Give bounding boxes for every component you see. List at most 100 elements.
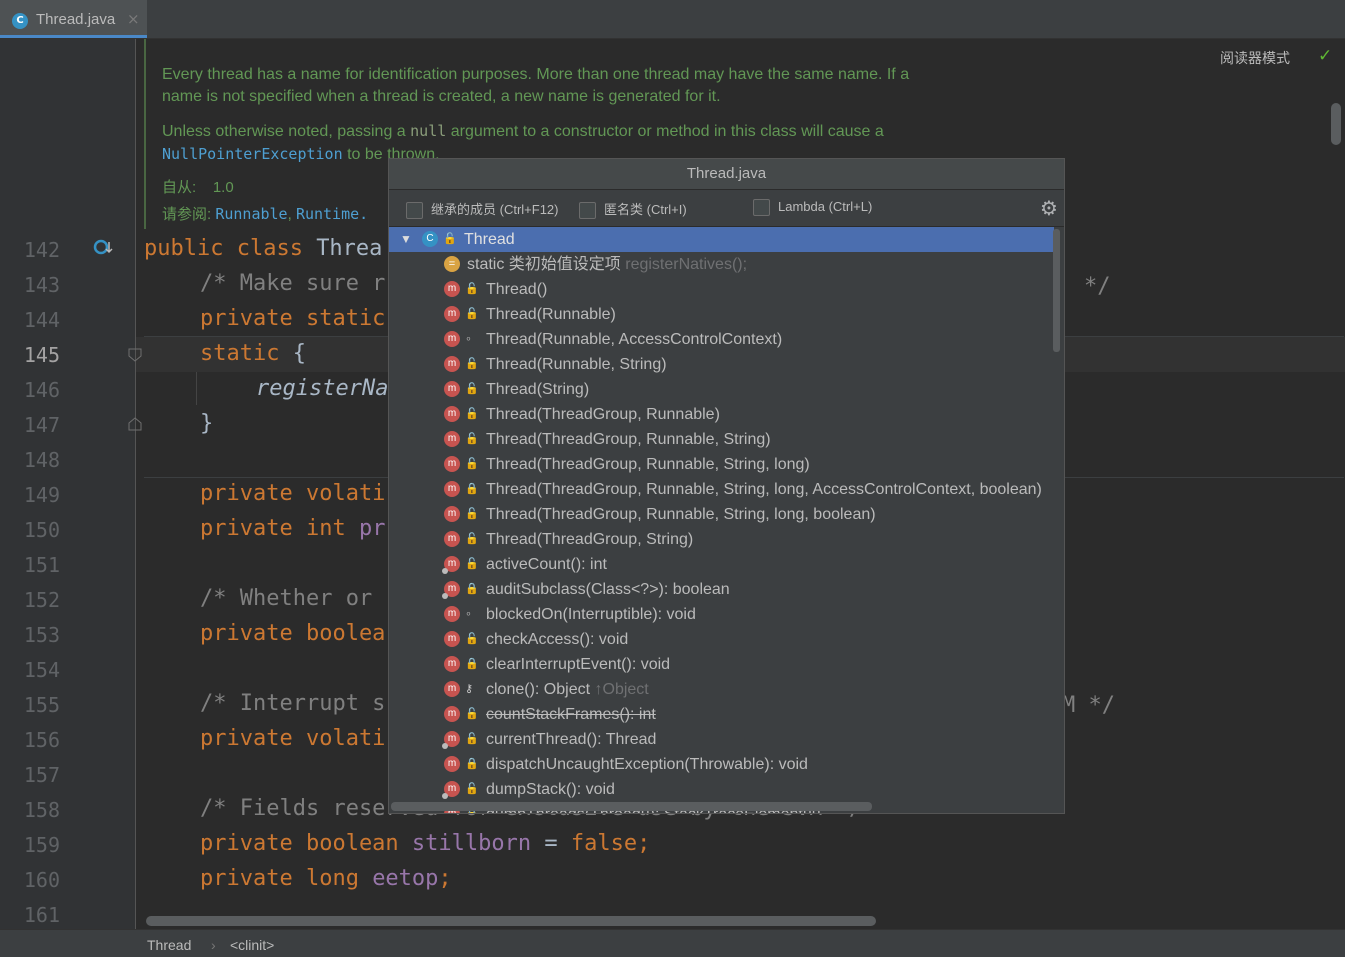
code-line-152[interactable]: /* Whether or <box>200 586 372 611</box>
tree-item-label: Thread(ThreadGroup, Runnable) <box>486 406 720 423</box>
popup-title[interactable]: Thread.java <box>389 159 1064 190</box>
tree-item-label: auditSubclass(Class<?>): boolean <box>486 581 730 598</box>
line-number[interactable]: 150 <box>0 518 60 542</box>
protected-icon: ⚷ <box>465 683 474 695</box>
code-line-159[interactable]: private boolean stillborn = false; <box>200 831 650 856</box>
tree-item-label: Thread(ThreadGroup, String) <box>486 531 694 548</box>
popup-vertical-scrollbar[interactable] <box>1053 229 1060 352</box>
method-icon: m <box>444 331 460 347</box>
line-number[interactable]: 156 <box>0 728 60 752</box>
tree-item[interactable]: m 🔓 Thread(String) <box>389 377 1054 402</box>
private-icon: 🔒 <box>465 483 479 495</box>
inherited-members-checkbox[interactable]: 继承的成员 (Ctrl+F12) <box>406 199 558 220</box>
tree-item[interactable]: m 🔓 currentThread(): Thread <box>389 727 1054 752</box>
code-line-160[interactable]: private long eetop; <box>200 866 452 891</box>
tree-item[interactable]: m 🔓 Thread(ThreadGroup, String) <box>389 527 1054 552</box>
code-line-143[interactable]: /* Make sure r <box>200 271 385 296</box>
public-icon: 🔓 <box>465 558 479 570</box>
tree-item[interactable]: = static 类初始值设定项 registerNatives(); <box>389 252 1054 277</box>
doc-para1-line2: name is not specified when a thread is c… <box>162 88 721 105</box>
line-number[interactable]: 159 <box>0 833 60 857</box>
tree-root-thread[interactable]: ▼ C 🔓 Thread <box>389 227 1054 252</box>
tree-item-label: checkAccess(): void <box>486 631 629 648</box>
line-number[interactable]: 143 <box>0 273 60 297</box>
fold-end-icon[interactable] <box>128 416 142 431</box>
line-number[interactable]: 142 <box>0 238 60 262</box>
chevron-down-icon[interactable]: ▼ <box>400 227 412 252</box>
line-number[interactable]: 154 <box>0 658 60 682</box>
checkbox-icon <box>753 199 770 217</box>
tree-item[interactable]: m 🔓 countStackFrames(): int <box>389 702 1054 727</box>
editor-tab[interactable]: C Thread.java × <box>0 0 147 38</box>
tree-item[interactable]: m 🔓 Thread(Runnable) <box>389 302 1054 327</box>
line-number[interactable]: 149 <box>0 483 60 507</box>
tree-item[interactable]: m 🔓 dumpStack(): void <box>389 777 1054 802</box>
line-number[interactable]: 155 <box>0 693 60 717</box>
tree-item[interactable]: m 🔓 activeCount(): int <box>389 552 1054 577</box>
line-number[interactable]: 161 <box>0 903 60 927</box>
breadcrumb-clinit[interactable]: <clinit> <box>230 937 274 953</box>
implemented-marker-icon[interactable] <box>93 238 113 258</box>
doc-link-npe[interactable]: NullPointerException <box>162 145 343 163</box>
lambda-checkbox[interactable]: Lambda (Ctrl+L) <box>753 199 872 217</box>
tree-item[interactable]: m 🔒 auditSubclass(Class<?>): boolean <box>389 577 1054 602</box>
code-line-146[interactable]: registerNa <box>256 376 388 401</box>
code-line-155[interactable]: /* Interrupt s <box>200 691 385 716</box>
code-line-144[interactable]: private static <box>200 306 385 331</box>
tree-item[interactable]: m 🔓 Thread() <box>389 277 1054 302</box>
line-number[interactable]: 148 <box>0 448 60 472</box>
private-icon: 🔒 <box>465 583 479 595</box>
line-number[interactable]: 157 <box>0 763 60 787</box>
tree-item[interactable]: m ∘ Thread(Runnable, AccessControlContext) <box>389 327 1054 352</box>
close-icon[interactable]: × <box>127 10 140 28</box>
line-number[interactable]: 147 <box>0 413 60 437</box>
fold-icon[interactable] <box>128 347 142 362</box>
tree-item[interactable]: m 🔓 Thread(ThreadGroup, Runnable, String, … <box>389 452 1054 477</box>
tree-item[interactable]: m ∘ blockedOn(Interruptible): void <box>389 602 1054 627</box>
tree-item[interactable]: m 🔒 Thread(ThreadGroup, Runnable, String, … <box>389 477 1054 502</box>
tree-item[interactable]: m 🔓 Thread(Runnable, String) <box>389 352 1054 377</box>
tree-item[interactable]: m 🔒 dispatchUncaughtException(Throwable): … <box>389 752 1054 777</box>
doc-link-runtime[interactable]: Runtime. <box>296 205 368 223</box>
code-line-150[interactable]: private int pr <box>200 516 385 541</box>
breadcrumb-thread[interactable]: Thread <box>147 937 191 953</box>
code-line-156[interactable]: private volati <box>200 726 385 751</box>
tree-item[interactable]: m 🔓 checkAccess(): void <box>389 627 1054 652</box>
line-number[interactable]: 160 <box>0 868 60 892</box>
private-icon: 🔒 <box>465 758 479 770</box>
public-icon: 🔓 <box>465 733 479 745</box>
editor-vertical-scrollbar[interactable] <box>1331 103 1341 145</box>
tree-item-label: activeCount(): int <box>486 556 607 573</box>
tree-item[interactable]: m 🔓 Thread(ThreadGroup, Runnable, String) <box>389 427 1054 452</box>
method-icon: m <box>444 481 460 497</box>
code-line-155-tail: M */ <box>1062 693 1115 718</box>
tree-item[interactable]: m 🔓 Thread(ThreadGroup, Runnable, String, … <box>389 502 1054 527</box>
tree-item-label: blockedOn(Interruptible): void <box>486 606 696 623</box>
line-number[interactable]: 158 <box>0 798 60 822</box>
doc-link-runnable[interactable]: Runnable <box>215 205 287 223</box>
tree-item[interactable]: m 🔒 clearInterruptEvent(): void <box>389 652 1054 677</box>
method-icon: m <box>442 581 460 599</box>
code-line-147[interactable]: } <box>200 411 213 436</box>
anonymous-classes-checkbox[interactable]: 匿名类 (Ctrl+I) <box>579 199 687 220</box>
doc-see-also: 请参阅: Runnable, Runtime. <box>162 205 369 223</box>
line-number[interactable]: 146 <box>0 378 60 402</box>
editor-horizontal-scrollbar[interactable] <box>146 916 876 926</box>
public-icon: 🔓 <box>465 633 479 645</box>
code-line-153[interactable]: private boolea <box>200 621 385 646</box>
editor-tab-label: Thread.java <box>36 11 116 28</box>
code-line-145[interactable]: static { <box>200 341 306 366</box>
tree-item-label: dumpStack(): void <box>486 781 615 798</box>
line-number[interactable]: 153 <box>0 623 60 647</box>
code-line-149[interactable]: private volati <box>200 481 385 506</box>
line-number[interactable]: 152 <box>0 588 60 612</box>
gear-icon[interactable]: ⚙ <box>1040 196 1058 220</box>
code-line-142[interactable]: public class Threa <box>144 236 382 261</box>
line-number[interactable]: 145 <box>0 343 60 367</box>
tree-item[interactable]: m 🔓 Thread(ThreadGroup, Runnable) <box>389 402 1054 427</box>
reader-mode-label[interactable]: 阅读器模式 <box>1220 48 1290 68</box>
tree-item[interactable]: m ⚷ clone(): Object ↑Object <box>389 677 1054 702</box>
line-number[interactable]: 151 <box>0 553 60 577</box>
line-number[interactable]: 144 <box>0 308 60 332</box>
popup-horizontal-scrollbar[interactable] <box>391 802 872 811</box>
